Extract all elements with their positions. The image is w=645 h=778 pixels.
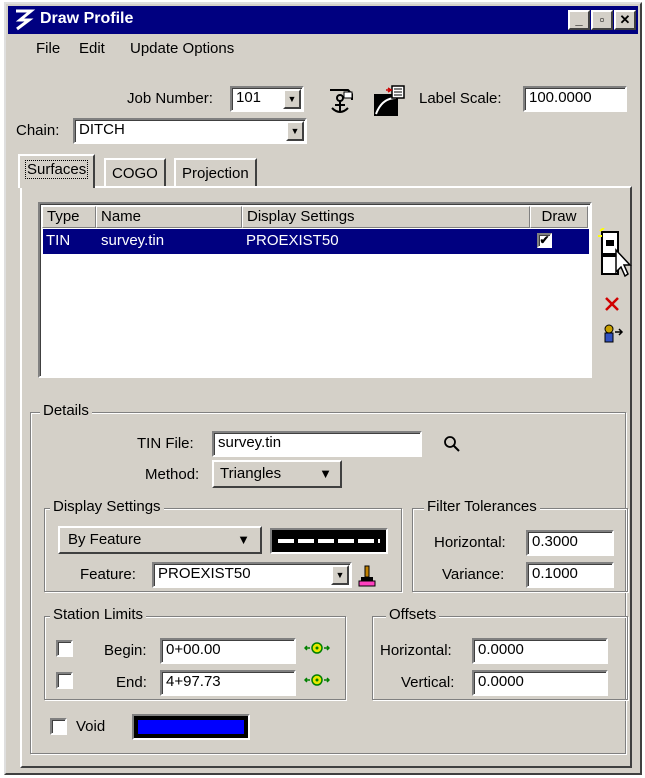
draw-profile-window: Draw Profile _ ▫ ✕ File Edit Update Opti… [4,2,642,775]
tin-file-value: survey.tin [218,434,282,451]
method-value: Triangles [220,465,282,482]
label-scale-input[interactable]: 100.0000 [523,86,627,112]
anchor-icon[interactable] [324,84,358,118]
filter-horizontal-value: 0.3000 [532,533,578,550]
begin-station-checkbox[interactable] [56,640,73,657]
feature-select[interactable]: PROEXIST50 ▼ [152,562,352,588]
method-label: Method: [145,466,200,483]
details-title: Details [40,402,92,419]
display-mode-dropdown[interactable]: By Feature ▼ [58,526,262,554]
filter-horizontal-input[interactable]: 0.3000 [526,530,614,556]
offsets-vertical-value: 0.0000 [478,673,524,690]
tab-projection-label: Projection [182,165,249,182]
line-style-swatch[interactable] [270,528,388,554]
offsets-horizontal-label: Horizontal: [380,642,452,659]
tin-file-input[interactable]: survey.tin [212,431,422,457]
paint-brush-icon[interactable] [356,564,378,588]
menu-edit[interactable]: Edit [79,40,105,57]
job-number-value: 101 [236,89,262,106]
chain-value: DITCH [79,121,125,138]
job-number-label: Job Number: [127,90,213,107]
row-display-settings: PROEXIST50 [246,232,339,249]
offsets-horizontal-value: 0.0000 [478,641,524,658]
title-bar[interactable]: Draw Profile _ ▫ ✕ [8,6,638,34]
column-header-name[interactable]: Name [96,206,242,228]
chain-select[interactable]: DITCH ▼ [73,118,307,144]
locate-station-icon[interactable] [304,672,330,688]
surfaces-list[interactable]: Type Name Display Settings Draw TIN surv… [38,202,592,378]
menu-file[interactable]: File [36,40,60,57]
maximize-button[interactable]: ▫ [591,10,613,30]
display-mode-value: By Feature [68,531,142,548]
begin-station-value: 0+00.00 [166,641,221,658]
draw-profile-icon[interactable] [372,84,406,118]
filter-variance-label: Variance: [442,566,505,583]
tab-cogo-label: COGO [112,165,158,182]
chevron-down-icon: ▼ [237,532,250,547]
column-header-display-settings[interactable]: Display Settings [242,206,530,228]
job-number-select[interactable]: 101 ▼ [230,86,304,112]
tab-cogo[interactable]: COGO [104,158,166,188]
chevron-down-icon: ▼ [319,466,332,481]
delete-icon[interactable] [603,295,621,313]
method-dropdown[interactable]: Triangles ▼ [212,460,342,488]
feature-value: PROEXIST50 [158,565,251,582]
filter-variance-value: 0.1000 [532,565,578,582]
row-name: survey.tin [101,232,165,249]
offsets-vertical-input[interactable]: 0.0000 [472,670,608,696]
filter-tolerances-title: Filter Tolerances [424,498,540,515]
search-icon[interactable] [442,434,462,454]
display-settings-title: Display Settings [50,498,164,515]
column-header-draw[interactable]: Draw [530,206,588,228]
chevron-down-icon[interactable]: ▼ [331,565,349,585]
station-limits-title: Station Limits [50,606,147,623]
feature-label: Feature: [80,566,136,583]
void-color-swatch[interactable] [132,714,250,740]
tab-surfaces[interactable]: Surfaces [18,154,96,188]
tab-surfaces-label: Surfaces [24,160,89,179]
filter-horizontal-label: Horizontal: [434,534,506,551]
chevron-down-icon[interactable]: ▼ [286,121,304,141]
begin-label: Begin: [104,642,147,659]
offsets-vertical-label: Vertical: [401,674,455,691]
minimize-button[interactable]: _ [568,10,590,30]
row-draw-checkbox[interactable]: ✔ [537,233,552,248]
offsets-horizontal-input[interactable]: 0.0000 [472,638,608,664]
locate-station-icon[interactable] [304,640,330,656]
end-station-value: 4+97.73 [166,673,221,690]
column-header-type[interactable]: Type [42,206,96,228]
menu-update-options[interactable]: Update Options [130,40,234,57]
void-color-fill [138,720,244,734]
void-checkbox[interactable] [50,718,67,735]
filter-variance-input[interactable]: 0.1000 [526,562,614,588]
begin-station-input[interactable]: 0+00.00 [160,638,296,664]
end-label: End: [116,674,147,691]
window-title: Draw Profile [40,10,134,27]
tin-file-label: TIN File: [137,435,194,452]
app-logo-icon [15,9,36,31]
offsets-title: Offsets [386,606,440,623]
row-type: TIN [46,232,71,249]
surface-properties-icon[interactable] [602,323,624,345]
label-scale-value: 100.0000 [529,89,592,106]
add-surface-icon[interactable] [598,228,634,280]
end-station-input[interactable]: 4+97.73 [160,670,296,696]
void-label: Void [76,718,106,735]
chain-label: Chain: [16,122,60,139]
tab-projection[interactable]: Projection [174,158,257,188]
label-scale-label: Label Scale: [419,90,502,107]
chevron-down-icon[interactable]: ▼ [283,89,301,109]
close-button[interactable]: ✕ [614,10,636,30]
table-row[interactable]: TIN survey.tin PROEXIST50 ✔ [43,229,589,254]
end-station-checkbox[interactable] [56,672,73,689]
